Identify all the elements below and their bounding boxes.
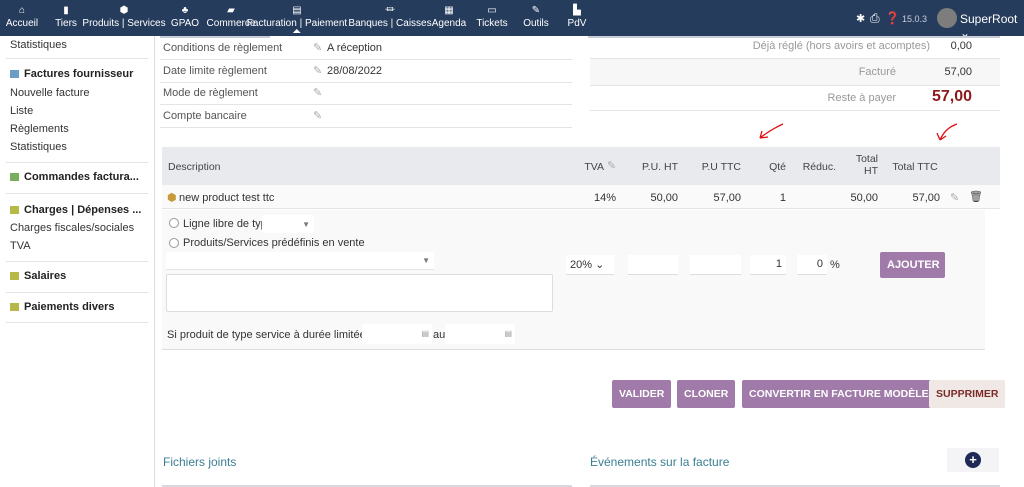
col-description: Description xyxy=(168,161,221,173)
line-vat: 14% xyxy=(593,192,616,204)
qty-input[interactable]: 1 xyxy=(750,255,786,275)
pu-ht-input[interactable] xyxy=(628,255,678,275)
predefined-label: Produits/Services prédéfinis en vente xyxy=(183,237,365,249)
to-label: au xyxy=(433,329,446,341)
col-pu-ht: P.U. HT xyxy=(642,161,678,173)
delete-line-icon[interactable]: 🗑 xyxy=(969,190,983,203)
date-to-input[interactable]: ▤ xyxy=(445,324,515,344)
add-line-button[interactable]: AJOUTER xyxy=(880,252,945,278)
pu-ttc-input[interactable] xyxy=(690,255,741,275)
description-textarea[interactable] xyxy=(166,274,553,312)
col-discount: Réduc. xyxy=(802,161,836,173)
predefined-radio[interactable] xyxy=(169,238,179,248)
attached-files-title: Fichiers joints xyxy=(163,455,237,469)
free-line-radio[interactable] xyxy=(169,218,179,228)
service-period-label: Si produit de type service à durée limit… xyxy=(167,329,389,341)
line-qty: 1 xyxy=(779,192,786,204)
col-total-ht: Total HT xyxy=(840,153,878,177)
product-icon: ⬢ xyxy=(167,192,177,204)
events-title: Événements sur la facture xyxy=(590,455,730,469)
line-type-select[interactable]: ▼ xyxy=(262,215,314,233)
line-description[interactable]: new product test ttc xyxy=(179,192,274,204)
line-pu-ttc: 57,00 xyxy=(713,192,741,204)
col-vat: TVA xyxy=(584,161,604,173)
validate-button[interactable]: VALIDER xyxy=(612,380,672,408)
col-total-ttc: Total TTC xyxy=(892,161,938,173)
line-total-ht: 50,00 xyxy=(850,192,878,204)
line-pu-ht: 50,00 xyxy=(650,192,678,204)
delete-button[interactable]: SUPPRIMER xyxy=(929,380,1006,408)
clone-button[interactable]: CLONER xyxy=(677,380,736,408)
plus-circle-icon: + xyxy=(965,452,981,468)
date-from-input[interactable]: ▤ xyxy=(362,324,432,344)
edit-vat-icon[interactable]: ✎ xyxy=(607,159,616,172)
percent-label: % xyxy=(830,259,840,271)
edit-line-icon[interactable]: ✎ xyxy=(950,191,959,204)
line-total-ttc: 57,00 xyxy=(912,192,940,204)
col-total-ht-line2: HT xyxy=(864,165,878,177)
product-select[interactable]: ▼ xyxy=(166,252,434,270)
free-line-label: Ligne libre de type xyxy=(183,218,273,230)
add-event-button[interactable]: + xyxy=(947,448,999,472)
col-pu-ttc: P.U TTC xyxy=(701,161,741,173)
vat-select[interactable]: 20% ⌄ xyxy=(566,255,614,275)
convert-template-button[interactable]: CONVERTIR EN FACTURE MODÈLE xyxy=(742,380,936,408)
discount-input[interactable]: 0 xyxy=(797,255,827,275)
col-qty: Qté xyxy=(769,161,786,173)
vat-value: 20% xyxy=(570,259,593,271)
col-total-ht-line1: Total xyxy=(855,153,878,165)
